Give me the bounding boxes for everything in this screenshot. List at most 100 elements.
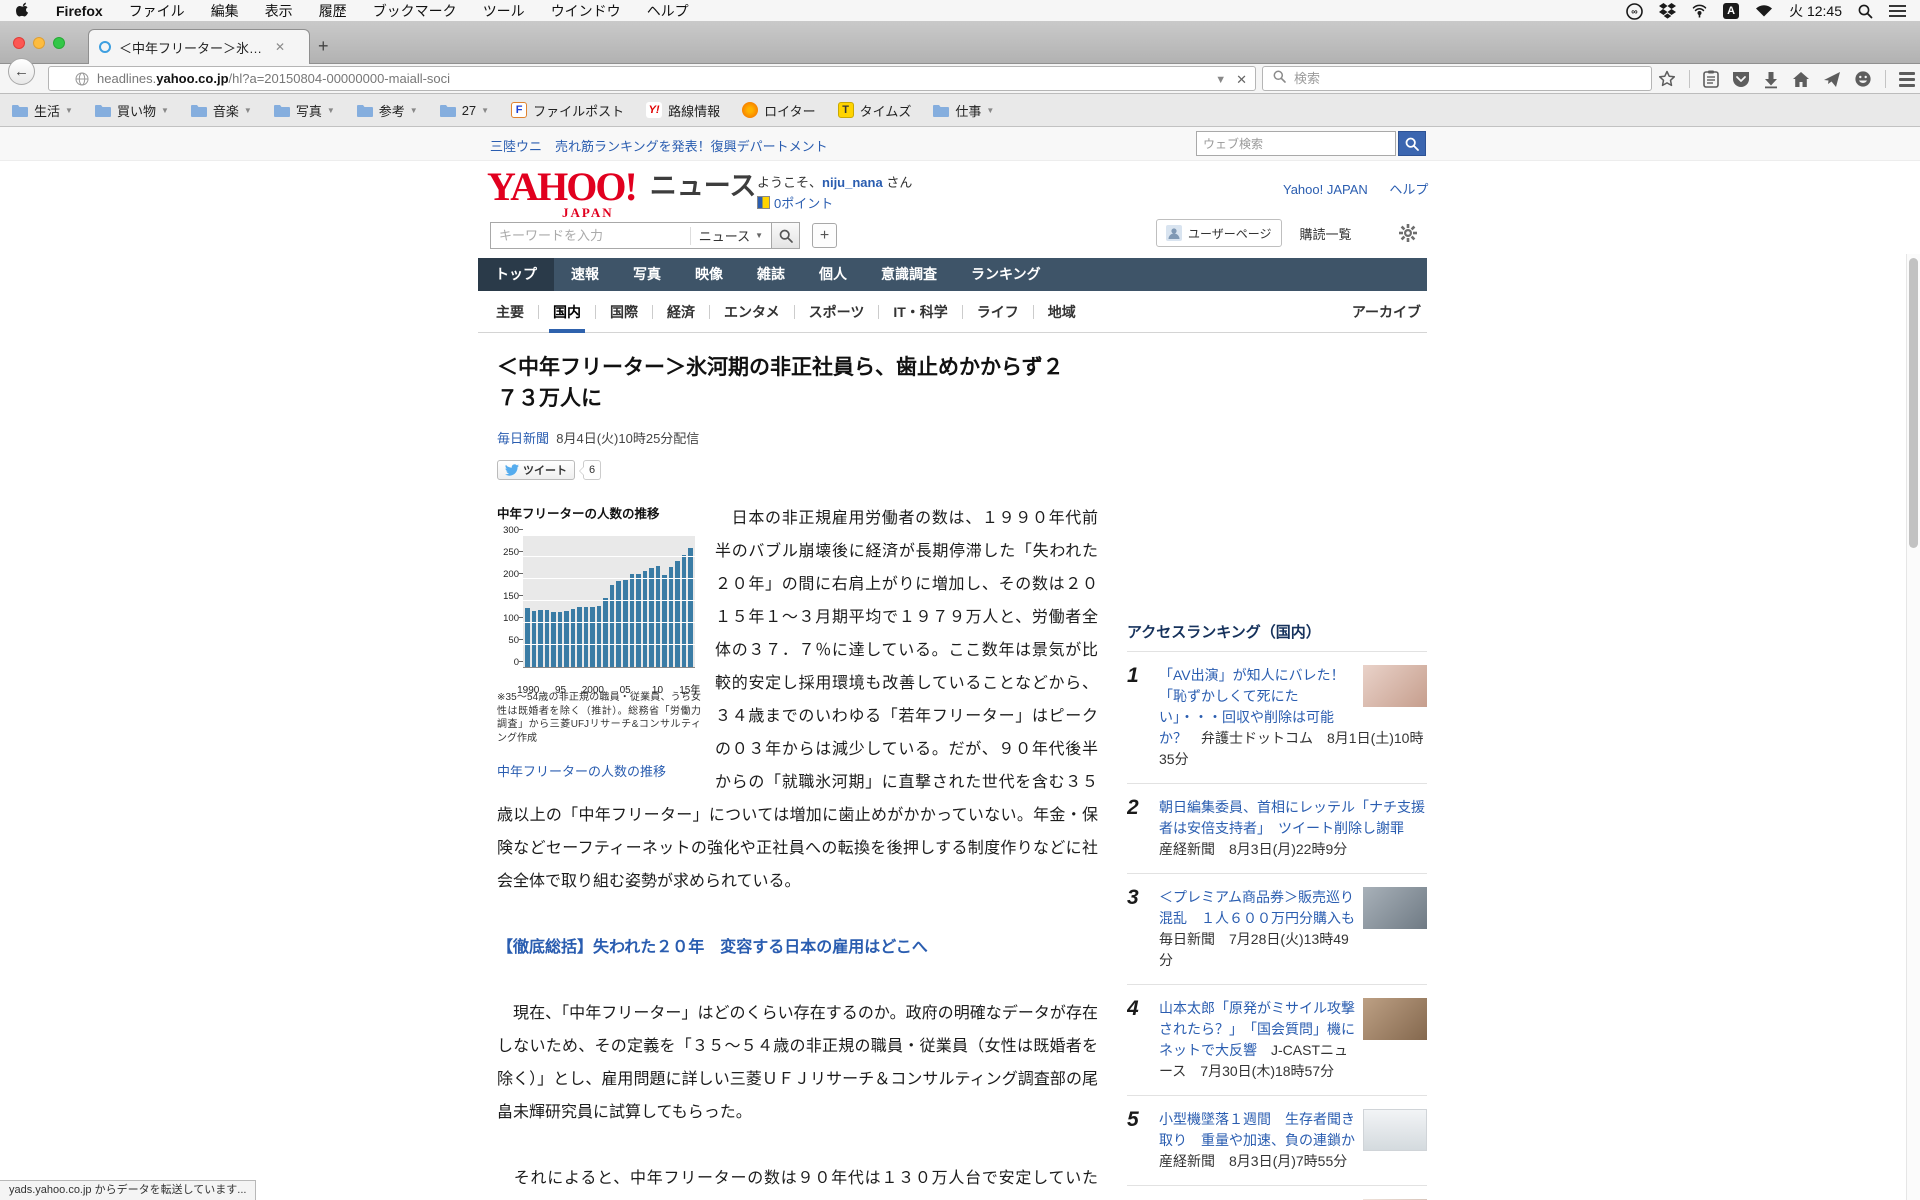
minimize-window-button[interactable] [33,37,45,49]
subnav-domestic[interactable]: 国内 [539,291,595,333]
web-search-button[interactable] [1398,131,1426,156]
yahoo-japan-link[interactable]: Yahoo! JAPAN [1283,182,1368,197]
bookmark-filepost[interactable]: F ファイルポスト [511,101,624,120]
ranking-item-2[interactable]: 2 朝日編集委員、首相にレッテル「ナチ支援者は安倍支持者」 ツイート削除し謝罪 … [1127,783,1427,873]
nav-flash[interactable]: 速報 [554,258,616,291]
menu-history[interactable]: 履歴 [319,1,347,21]
spotlight-icon[interactable] [1858,4,1873,19]
article-figure[interactable]: 中年フリーターの人数の推移 （万人） 050100150200250300 19… [497,506,701,788]
home-icon[interactable] [1792,71,1810,88]
pocket-icon[interactable] [1732,71,1750,88]
subnav-main[interactable]: 主要 [482,291,538,333]
bookmark-folder-music[interactable]: 音楽▼ [191,101,252,120]
wifi-icon[interactable] [1755,4,1773,18]
yahoo-news-logo[interactable]: YAHOO! JAPAN ニュース [487,167,756,207]
ranking-link[interactable]: ＜プレミアム商品券＞販売巡り混乱 １人６００万円分購入も [1159,889,1355,926]
subnav-entertainment[interactable]: エンタメ [710,291,794,333]
input-source-icon[interactable]: A [1723,3,1739,19]
url-dropdown-icon[interactable]: ▼ [1215,74,1226,86]
subscriptions-link[interactable]: 購読一覧 [1300,224,1352,243]
nav-magazine[interactable]: 雑誌 [740,258,802,291]
creative-cloud-icon[interactable]: ∞ [1626,3,1643,20]
stop-loading-icon[interactable]: ✕ [1236,72,1247,88]
new-tab-button[interactable]: + [318,36,329,57]
active-tab[interactable]: ＜中年フリーター＞氷河期... ✕ [88,29,310,64]
promo-link[interactable]: 三陸ウニ 売れ筋ランキングを発表！復興デパートメント [490,136,828,155]
ranking-thumbnail[interactable] [1363,1109,1427,1151]
search-bar[interactable] [1262,66,1652,91]
zoom-window-button[interactable] [53,37,65,49]
ranking-link[interactable]: 小型機墜落１週間 生存者聞き取り 重量や加速、負の連鎖か [1159,1111,1355,1148]
ranking-item-3[interactable]: 3 ＜プレミアム商品券＞販売巡り混乱 １人６００万円分購入も 毎日新聞 7月28… [1127,873,1427,984]
figure-caption-link[interactable]: 中年フリーターの人数の推移 [497,764,666,779]
bookmark-folder-photo[interactable]: 写真▼ [274,101,335,120]
nav-personal[interactable]: 個人 [802,258,864,291]
subnav-sports[interactable]: スポーツ [795,291,879,333]
ranking-item-1[interactable]: 1 「AV出演」が知人にバレた！「恥ずかしくて死にたい」・・・回収や削除は可能か… [1127,651,1427,783]
source-link[interactable]: 毎日新聞 [497,431,549,446]
related-link[interactable]: 【徹底総括】失われた２０年 変容する日本の雇用はどこへ [497,939,928,956]
menu-file[interactable]: ファイル [129,1,185,21]
notification-center-icon[interactable] [1889,4,1906,18]
bookmark-reuters[interactable]: ロイター [742,101,815,120]
bookmark-times[interactable]: T タイムズ [838,101,912,120]
settings-gear-icon[interactable] [1398,223,1418,243]
search-category-select[interactable]: ニュース▼ [690,227,763,245]
subnav-life[interactable]: ライフ [963,291,1033,333]
share-plane-icon[interactable] [1823,71,1841,88]
nav-photo[interactable]: 写真 [616,258,678,291]
subnav-economy[interactable]: 経済 [653,291,709,333]
username-link[interactable]: niju_nana [822,175,883,190]
keyword-input[interactable] [499,228,690,243]
ranking-link[interactable]: 朝日編集委員、首相にレッテル「ナチ支援者は安倍支持者」 ツイート削除し謝罪 [1159,799,1425,836]
bookmark-folder-reference[interactable]: 参考▼ [357,101,418,120]
tweet-button[interactable]: ツイート [497,460,575,480]
ranking-thumbnail[interactable] [1363,665,1427,707]
ranking-item-pr[interactable]: PR 三橋貴明の韓国経済レポート｜日本のマスコミが隠す不都合な真実三橋貴明が暴く… [1127,1185,1427,1200]
menu-tools[interactable]: ツール [483,1,525,21]
close-window-button[interactable] [13,37,25,49]
help-link[interactable]: ヘルプ [1389,182,1428,197]
clipboard-icon[interactable] [1703,70,1719,88]
menu-edit[interactable]: 編集 [211,1,239,21]
hotspot-icon[interactable] [1692,3,1707,19]
ranking-thumbnail[interactable] [1363,998,1427,1040]
menu-view[interactable]: 表示 [265,1,293,21]
keyword-search-box[interactable]: ニュース▼ [490,222,772,249]
archive-link[interactable]: アーカイブ [1352,291,1421,333]
apple-icon[interactable] [16,1,30,20]
bookmark-transit[interactable]: Y! 路線情報 [646,101,720,120]
bookmark-folder-work[interactable]: 仕事▼ [933,101,994,120]
ranking-thumbnail[interactable] [1363,887,1427,929]
menu-clock[interactable]: 火 12:45 [1789,1,1842,21]
nav-ranking[interactable]: ランキング [954,258,1058,291]
scrollbar[interactable] [1906,254,1920,1200]
nav-poll[interactable]: 意識調査 [864,258,954,291]
bookmark-folder-shopping[interactable]: 買い物▼ [95,101,169,120]
bookmark-folder-life[interactable]: 生活▼ [12,101,73,120]
bookmark-folder-27[interactable]: 27▼ [440,103,489,118]
menu-bookmarks[interactable]: ブックマーク [373,1,457,21]
smiley-icon[interactable] [1854,70,1872,88]
ranking-item-4[interactable]: 4 山本太郎「原発がミサイル攻撃されたら？」 「国会質問」機にネットで大反響 J… [1127,984,1427,1095]
menu-help[interactable]: ヘルプ [647,1,689,21]
tab-close-icon[interactable]: ✕ [275,40,285,54]
url-bar[interactable]: headlines.yahoo.co.jp/hl?a=20150804-0000… [48,66,1256,91]
dropbox-icon[interactable] [1659,3,1676,19]
menu-window[interactable]: ウインドウ [551,1,621,21]
points-link[interactable]: 0ポイント [774,193,833,212]
menu-firefox[interactable]: Firefox [56,3,103,19]
downloads-icon[interactable] [1763,71,1779,88]
news-search-button[interactable] [772,222,800,249]
web-search-input[interactable] [1196,131,1396,156]
tweet-count[interactable]: 6 [583,460,601,480]
scrollbar-thumb[interactable] [1909,258,1918,548]
menu-hamburger-icon[interactable] [1899,72,1915,87]
user-page-button[interactable]: ユーザーページ [1156,219,1282,247]
search-input[interactable] [1294,71,1624,86]
nav-top[interactable]: トップ [478,258,554,291]
nav-video[interactable]: 映像 [678,258,740,291]
add-search-button[interactable]: + [812,223,837,248]
back-button[interactable]: ← [8,58,35,85]
ranking-item-5[interactable]: 5 小型機墜落１週間 生存者聞き取り 重量や加速、負の連鎖か 産経新聞 8月3日… [1127,1095,1427,1185]
